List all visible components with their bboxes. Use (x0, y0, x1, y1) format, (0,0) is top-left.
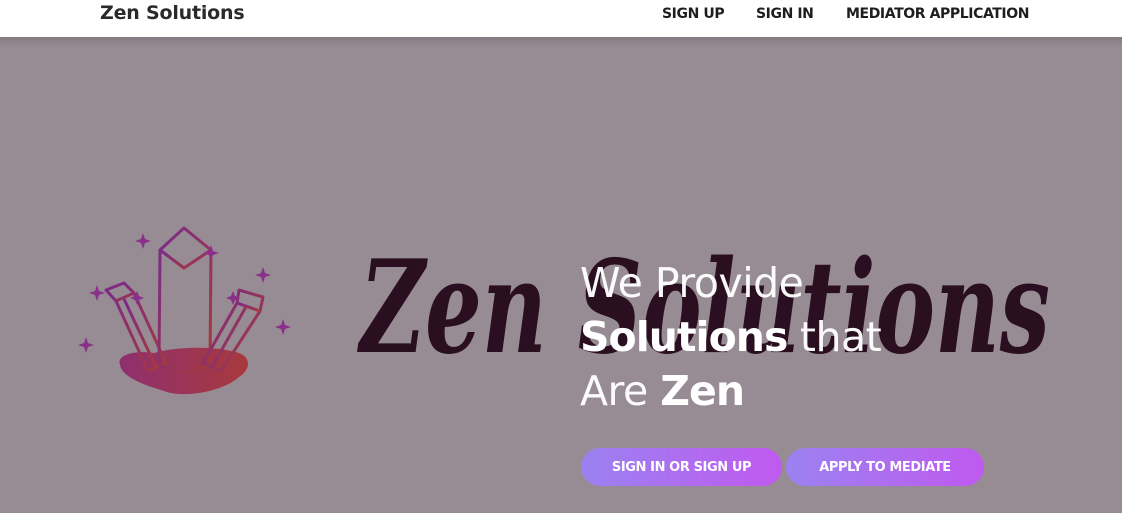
tagline-that: that (799, 313, 882, 361)
brand-link[interactable]: Zen Solutions (100, 2, 245, 24)
tagline-are: Are (580, 367, 648, 415)
nav-sign-in[interactable]: SIGN IN (756, 6, 814, 22)
apply-to-mediate-button[interactable]: APPLY TO MEDIATE (786, 448, 984, 486)
hero-section: Zen Solutions We Provide Solutions that … (0, 37, 1122, 513)
crystal-cluster-icon (78, 226, 291, 395)
top-navigation-bar: Zen Solutions SIGN UP SIGN IN MEDIATOR A… (0, 0, 1122, 37)
tagline-line-3: Are Zen (580, 364, 881, 418)
nav-sign-up[interactable]: SIGN UP (662, 6, 725, 22)
hero-tagline: We Provide Solutions that Are Zen (580, 256, 882, 418)
sign-in-or-sign-up-button[interactable]: SIGN IN OR SIGN UP (581, 448, 782, 486)
header-shadow (0, 37, 1122, 47)
nav-mediator-application[interactable]: MEDIATOR APPLICATION (846, 6, 1029, 22)
tagline-we-provide: We Provide (580, 259, 804, 307)
tagline-zen: Zen (660, 367, 745, 415)
tagline-line-2: Solutions that (580, 310, 882, 364)
tagline-line-1: We Provide (580, 256, 881, 310)
tagline-solutions: Solutions (580, 313, 788, 361)
